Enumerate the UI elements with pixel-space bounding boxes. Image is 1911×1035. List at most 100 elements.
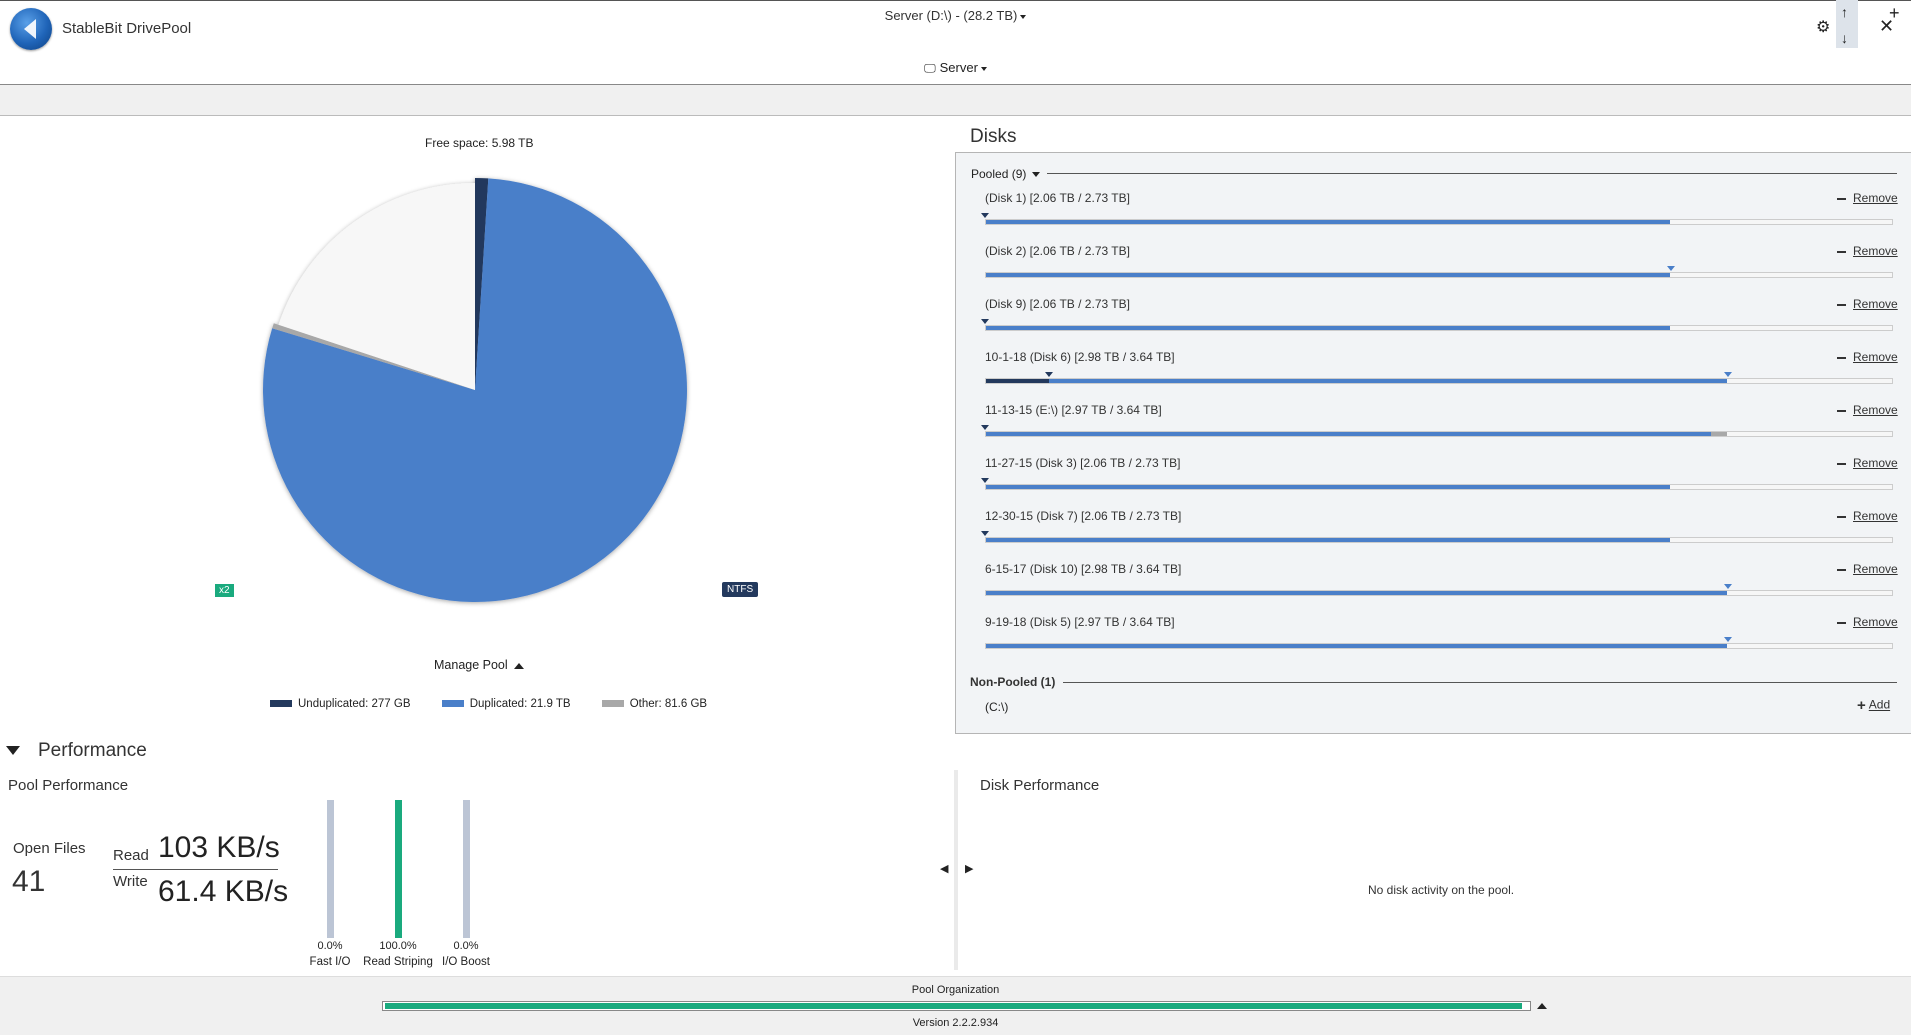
performance-title: Performance (38, 740, 147, 761)
balancing-target-marker (981, 425, 989, 430)
disk-duplicated-fill (986, 220, 1671, 224)
disk-usage-bar (985, 272, 1893, 278)
manage-pool-button[interactable]: Manage Pool (434, 658, 524, 672)
balancing-target-marker (981, 478, 989, 483)
performance-section-toggle[interactable]: Performance (6, 740, 147, 762)
pool-performance-title: Pool Performance (8, 777, 129, 794)
remove-label: Remove (1853, 456, 1898, 470)
remove-label: Remove (1853, 509, 1898, 523)
disk-duplicated-fill (986, 591, 1728, 595)
remove-disk-button[interactable]: Remove (1837, 403, 1898, 417)
disk-name: 6-15-17 (Disk 10) [2.98 TB / 3.64 TB] (985, 562, 1182, 576)
performance-label: I/O Boost (442, 956, 490, 968)
chevron-up-icon[interactable] (1537, 1003, 1547, 1009)
write-value: 61.4 KB/s (158, 875, 289, 908)
add-pool-button[interactable]: + (1889, 3, 1900, 24)
nonpooled-disk-name: (C:\) (985, 700, 1009, 714)
write-label: Write (113, 873, 148, 890)
minus-icon (1837, 462, 1846, 465)
minus-icon (1837, 621, 1846, 624)
legend-other: Other: 81.6 GB (601, 698, 708, 710)
pool-bar (0, 84, 1911, 116)
disk-name: (Disk 2) [2.06 TB / 2.73 TB] (985, 244, 1130, 258)
pool-selector-label: Server (D:\) - (28.2 TB) (884, 8, 1018, 23)
pane-splitter[interactable] (954, 770, 958, 970)
disk-name: (Disk 9) [2.06 TB / 2.73 TB] (985, 297, 1130, 311)
balancing-target-marker (1044, 372, 1053, 377)
divider (1047, 173, 1897, 174)
remove-disk-button[interactable]: Remove (1837, 456, 1898, 470)
remove-label: Remove (1853, 615, 1898, 629)
remove-disk-button[interactable]: Remove (1837, 350, 1898, 364)
add-disk-button[interactable]: + Add (1857, 697, 1890, 714)
remove-disk-button[interactable]: Remove (1837, 509, 1898, 523)
balancing-target-marker (1723, 584, 1732, 589)
collapse-triangle-icon (6, 746, 20, 756)
pool-organization-progress (382, 1001, 1531, 1011)
disk-name: (Disk 1) [2.06 TB / 2.73 TB] (985, 191, 1130, 205)
disks-title: Disks (970, 126, 1017, 147)
pool-selector[interactable]: Server (D:\) - (28.2 TB) (0, 8, 1911, 23)
open-files-label: Open Files (13, 840, 86, 857)
performance-bar-fill (395, 800, 402, 938)
read-value: 103 KB/s (158, 831, 280, 864)
chevron-up-icon (513, 662, 524, 669)
read-label: Read (113, 847, 149, 864)
manage-pool-label: Manage Pool (434, 658, 508, 672)
performance-bar (395, 800, 402, 938)
monitor-icon: 🖵 (924, 61, 936, 75)
disk-duplicated-fill (986, 379, 1728, 383)
remove-disk-button[interactable]: Remove (1837, 191, 1898, 205)
minus-icon (1837, 409, 1846, 412)
remove-label: Remove (1853, 403, 1898, 417)
performance-bar (463, 800, 470, 938)
legend-label: Unduplicated: 277 GB (298, 698, 411, 710)
disk-name: 11-27-15 (Disk 3) [2.06 TB / 2.73 TB] (985, 456, 1181, 470)
disk-usage-bar (985, 590, 1893, 596)
disk-duplicated-fill (986, 644, 1728, 648)
legend-swatch (601, 700, 624, 708)
performance-bar (327, 800, 334, 938)
duplication-badge: x2 (215, 584, 234, 597)
remove-disk-button[interactable]: Remove (1837, 297, 1898, 311)
legend-label: Duplicated: 21.9 TB (469, 698, 571, 710)
disk-duplicated-fill (986, 273, 1671, 277)
disk-duplicated-fill (986, 485, 1671, 489)
server-menu[interactable]: 🖵 Server (0, 60, 1911, 76)
arrow-down-icon: ↓ (1841, 30, 1848, 46)
progress-fill (385, 1003, 1523, 1009)
remove-disk-button[interactable]: Remove (1837, 615, 1898, 629)
legend-label: Other: 81.6 GB (629, 698, 708, 710)
disk-performance-title: Disk Performance (980, 777, 1100, 794)
performance-percent: 0.0% (453, 940, 479, 952)
disk-duplicated-fill (986, 538, 1671, 542)
caret-right-icon[interactable]: ▶ (965, 862, 973, 875)
minus-icon (1837, 303, 1846, 306)
legend-duplicated: Duplicated: 21.9 TB (441, 698, 571, 710)
minus-icon (1837, 515, 1846, 518)
disk-usage-bar (985, 219, 1893, 225)
disk-name: 10-1-18 (Disk 6) [2.98 TB / 3.64 TB] (985, 350, 1175, 364)
disk-name: 12-30-15 (Disk 7) [2.06 TB / 2.73 TB] (985, 509, 1182, 523)
minus-icon (1837, 356, 1846, 359)
balancing-target-marker (981, 213, 989, 218)
disk-duplicated-fill (986, 326, 1671, 330)
disk-usage-bar (985, 431, 1893, 437)
remove-label: Remove (1853, 562, 1898, 576)
minus-icon (1837, 197, 1846, 200)
remove-disk-button[interactable]: Remove (1837, 244, 1898, 258)
divider (113, 869, 278, 870)
balancing-target-marker (981, 319, 989, 324)
filesystem-badge: NTFS (722, 582, 759, 597)
version-label: Version 2.2.2.934 (912, 1017, 999, 1029)
disk-usage-bar (985, 325, 1893, 331)
free-space-label: Free space: 5.98 TB (425, 136, 534, 150)
pooled-header[interactable]: Pooled (9) (971, 167, 1041, 181)
remove-label: Remove (1853, 191, 1898, 205)
remove-label: Remove (1853, 244, 1898, 258)
caret-left-icon[interactable]: ◀ (940, 862, 948, 875)
remove-label: Remove (1853, 297, 1898, 311)
disk-usage-bar (985, 378, 1893, 384)
remove-disk-button[interactable]: Remove (1837, 562, 1898, 576)
legend-swatch (441, 700, 464, 708)
